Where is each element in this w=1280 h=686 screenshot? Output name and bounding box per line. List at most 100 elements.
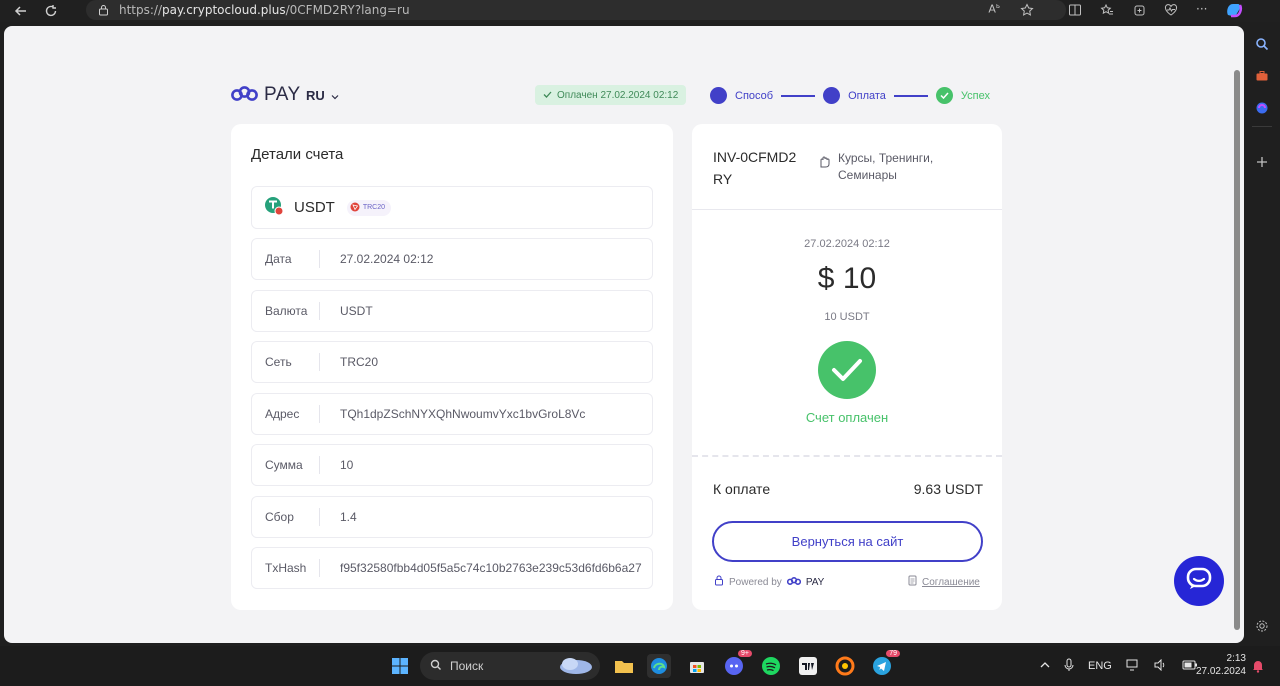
paid-status-badge: Оплачен 27.02.2024 02:12 bbox=[535, 85, 687, 105]
page-viewport: PAY RU Оплачен 27.02.2024 02:12 Способ О… bbox=[4, 26, 1244, 643]
taskbar-clock[interactable]: 2:13 27.02.2024 bbox=[1190, 652, 1246, 678]
edge-icon[interactable] bbox=[647, 654, 671, 678]
system-tray: ENG bbox=[1040, 646, 1198, 686]
lock-icon bbox=[714, 575, 724, 589]
txhash-value[interactable]: f95f32580fbb4d05f5a5c74c10b2763e239c53d6… bbox=[320, 561, 652, 575]
invoice-summary-card: INV-0CFMD2RY Курсы, Тренинги, Семинары 2… bbox=[692, 124, 1002, 610]
cryptocloud-logo[interactable]: PAY bbox=[231, 84, 301, 106]
step-connector bbox=[893, 94, 928, 97]
to-pay-label: К оплате bbox=[713, 481, 771, 497]
wallet-address-value[interactable]: TQh1dpZSchNYXQhNwoumvYxc1bvGroL8Vc bbox=[320, 407, 652, 421]
copilot-icon[interactable] bbox=[1225, 2, 1243, 22]
detail-row-txhash[interactable]: TxHash f95f32580fbb4d05f5a5c74c10b2763e2… bbox=[251, 547, 653, 589]
file-explorer-icon[interactable] bbox=[612, 654, 636, 678]
step-label-payment: Оплата bbox=[848, 89, 886, 102]
detail-row-date: Дата 27.02.2024 02:12 bbox=[251, 238, 653, 280]
powered-by-text: Powered by bbox=[729, 576, 782, 588]
detail-row-amount: Сумма 10 bbox=[251, 444, 653, 486]
cloud-logo-icon bbox=[786, 576, 801, 588]
keyboard-language[interactable]: ENG bbox=[1088, 660, 1112, 672]
telegram-icon[interactable]: 79 bbox=[870, 650, 900, 678]
volume-icon[interactable] bbox=[1154, 658, 1168, 674]
page-scrollbar[interactable] bbox=[1232, 30, 1242, 639]
collections-icon[interactable] bbox=[1132, 2, 1146, 22]
search-icon[interactable] bbox=[1252, 34, 1272, 54]
favorite-star-icon[interactable] bbox=[1020, 2, 1034, 21]
step-dot-success bbox=[935, 87, 953, 104]
toolbox-icon[interactable] bbox=[1252, 66, 1272, 86]
check-icon bbox=[543, 90, 552, 101]
clock-date: 27.02.2024 bbox=[1195, 666, 1246, 677]
invoice-amount-crypto: 10 USDT bbox=[824, 311, 870, 323]
step-connector bbox=[781, 94, 816, 97]
dashed-divider bbox=[692, 455, 1002, 457]
details-title: Детали счета bbox=[251, 146, 344, 163]
search-placeholder: Поиск bbox=[450, 659, 484, 673]
spotify-icon[interactable] bbox=[759, 654, 783, 678]
notification-bell-icon[interactable] bbox=[1250, 656, 1266, 676]
lock-icon[interactable] bbox=[98, 1, 109, 20]
health-icon[interactable] bbox=[1164, 2, 1178, 22]
language-selector[interactable]: RU bbox=[306, 88, 339, 103]
discord-icon[interactable]: 9+ bbox=[722, 650, 752, 678]
refresh-icon[interactable] bbox=[42, 2, 60, 20]
detail-key: Валюта bbox=[265, 304, 308, 318]
sidebar-divider bbox=[1252, 126, 1272, 127]
tradingview-icon[interactable] bbox=[796, 654, 820, 678]
back-arrow-icon[interactable] bbox=[12, 2, 30, 20]
more-options-icon[interactable]: ··· bbox=[1196, 2, 1207, 22]
progress-steps: Способ Оплата Успех bbox=[710, 87, 990, 104]
discord-badge: 9+ bbox=[738, 650, 752, 657]
address-bar[interactable]: https://pay.cryptocloud.plus/0CFMD2RY?la… bbox=[86, 0, 1066, 20]
read-aloud-icon[interactable]: Aь bbox=[988, 2, 1000, 21]
store-icon[interactable] bbox=[685, 654, 709, 678]
detail-key: Дата bbox=[265, 252, 292, 266]
cloud-logo-icon bbox=[231, 85, 258, 105]
summary-divider bbox=[692, 209, 1002, 210]
office-icon[interactable] bbox=[1252, 98, 1272, 118]
invoice-date: 27.02.2024 02:12 bbox=[804, 238, 890, 250]
return-to-site-button[interactable]: Вернуться на сайт bbox=[712, 521, 983, 562]
network-badge: TRC20 bbox=[346, 199, 392, 216]
powered-by[interactable]: Powered by PAY bbox=[714, 575, 824, 589]
search-icon bbox=[430, 659, 442, 674]
weather-clouds-icon bbox=[556, 654, 594, 679]
detail-value: USDT bbox=[340, 304, 373, 318]
support-chat-button[interactable] bbox=[1174, 556, 1224, 606]
taskbar: Поиск 9+ 79 ENG 2:13 27.02.2024 bbox=[0, 646, 1280, 686]
powered-brand: PAY bbox=[805, 576, 825, 588]
network-icon[interactable] bbox=[1126, 659, 1140, 674]
to-pay-value: 9.63 USDT bbox=[913, 481, 983, 497]
category-text: Курсы, Тренинги, Семинары bbox=[838, 151, 934, 182]
detail-value: 1.4 bbox=[340, 510, 357, 524]
microphone-icon[interactable] bbox=[1064, 658, 1074, 675]
detail-row-currency: Валюта USDT bbox=[251, 290, 653, 332]
clock-time: 2:13 bbox=[1226, 653, 1246, 664]
favorites-icon[interactable] bbox=[1100, 2, 1114, 22]
agreement-link[interactable]: Соглашение bbox=[908, 575, 980, 589]
app-orange-icon[interactable] bbox=[833, 654, 857, 678]
add-icon[interactable] bbox=[1252, 152, 1272, 172]
detail-row-address[interactable]: Адрес TQh1dpZSchNYXQhNwoumvYxc1bvGroL8Vc bbox=[251, 393, 653, 435]
logo-text: PAY bbox=[264, 84, 301, 105]
detail-key: Адрес bbox=[265, 407, 300, 421]
coin-row: USDT TRC20 bbox=[251, 186, 653, 229]
language-label: RU bbox=[306, 88, 325, 103]
step-label-method: Способ bbox=[735, 89, 774, 102]
step-dot-method bbox=[710, 87, 727, 104]
detail-value: TRC20 bbox=[340, 355, 379, 369]
settings-gear-icon[interactable] bbox=[1252, 616, 1272, 636]
split-screen-icon[interactable] bbox=[1068, 2, 1082, 22]
detail-key: Сеть bbox=[265, 355, 292, 369]
agreement-text: Соглашение bbox=[922, 576, 980, 588]
scrollbar-thumb[interactable] bbox=[1234, 70, 1240, 630]
browser-sidebar bbox=[1244, 22, 1280, 644]
detail-value: 27.02.2024 02:12 bbox=[340, 252, 434, 266]
detail-value: 10 bbox=[340, 458, 354, 472]
windows-start-icon[interactable] bbox=[388, 654, 412, 678]
taskbar-search[interactable]: Поиск bbox=[420, 652, 600, 680]
detail-row-fee: Сбор 1.4 bbox=[251, 496, 653, 538]
chevron-up-icon[interactable] bbox=[1040, 660, 1050, 672]
chevron-down-icon bbox=[331, 88, 339, 103]
detail-key: Сумма bbox=[265, 458, 303, 472]
